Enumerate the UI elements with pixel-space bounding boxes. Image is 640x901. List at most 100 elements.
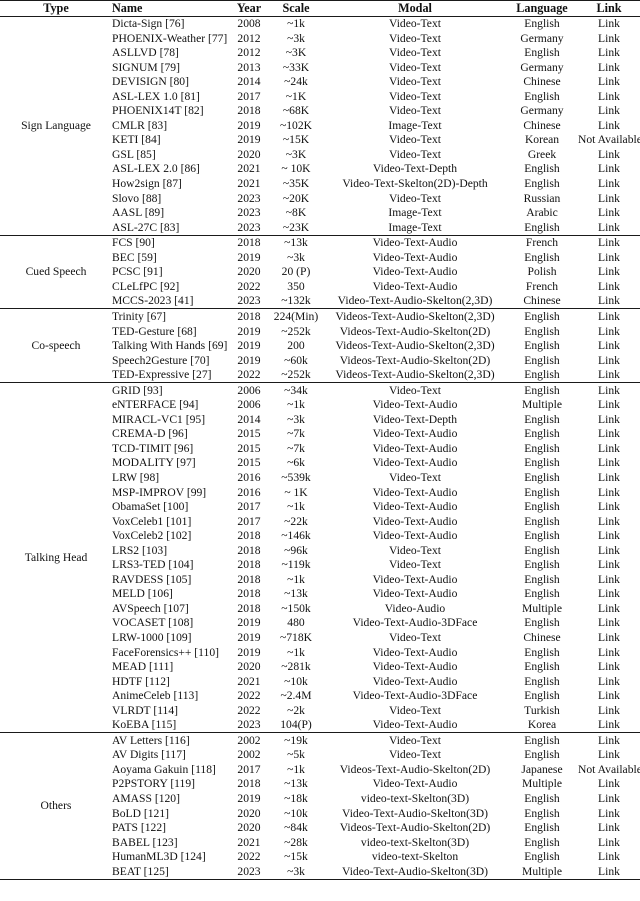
cell-modal: Videos-Text-Audio-Skelton(2,3D) [335, 339, 495, 353]
cell-year: 2006 [237, 398, 261, 412]
cell-year: 2023 [237, 220, 261, 234]
cell-link[interactable]: Link [578, 792, 640, 807]
cell-modal: Video-Text [389, 191, 441, 205]
cell-year: 2017 [237, 514, 261, 528]
cell-scale: 480 [287, 616, 305, 630]
cell-modal: Video-Text [389, 17, 441, 31]
cell-modal: Video-Text-Audio [372, 456, 458, 470]
table-row: Sign Language Dicta-Sign [76] 2008 ~1k Video… [0, 16, 640, 131]
cell-scale: ~3K [285, 147, 307, 161]
cell-language: English [524, 46, 560, 60]
cell-name: CREMA-D [96] [112, 427, 188, 441]
cell-link[interactable]: Link [578, 850, 640, 865]
cell-link[interactable]: Link [578, 89, 640, 104]
cell-link[interactable]: Link [578, 220, 640, 235]
cell-link[interactable]: Not Available [578, 133, 640, 148]
cell-link[interactable]: Link [578, 471, 640, 486]
cell-link[interactable]: Link [578, 427, 640, 442]
cell-link[interactable]: Link [578, 601, 640, 616]
cell-type: Cued Speech [25, 265, 87, 279]
cell-link[interactable]: Link [578, 398, 640, 413]
cell-link[interactable]: Link [578, 806, 640, 821]
cell-name: ObamaSet [100] [112, 500, 189, 514]
cell-link[interactable]: Link [578, 236, 640, 251]
cell-link[interactable]: Link [578, 118, 640, 133]
cell-scale: ~1k [287, 398, 305, 412]
cell-modal: Videos-Text-Audio-Skelton(2,3D) [335, 309, 495, 323]
cell-link[interactable]: Link [578, 631, 640, 646]
cell-link[interactable]: Link [578, 441, 640, 456]
cell-link[interactable]: Link [578, 703, 640, 718]
cell-link[interactable]: Link [578, 31, 640, 46]
cell-link[interactable]: Link [578, 558, 640, 573]
cell-scale: ~13k [284, 236, 308, 250]
cell-link[interactable]: Link [578, 339, 640, 354]
cell-link[interactable]: Link [578, 265, 640, 280]
cell-link[interactable]: Link [578, 60, 640, 75]
cell-link[interactable]: Link [578, 514, 640, 529]
cell-language: English [524, 835, 560, 849]
cell-link[interactable]: Link [578, 616, 640, 631]
cell-link[interactable]: Link [578, 835, 640, 850]
cell-link[interactable]: Link [578, 733, 640, 748]
cell-name: AASL [89] [112, 206, 165, 220]
cell-link[interactable]: Link [578, 191, 640, 206]
table-header: Type Name Year Scale Modal Language Link [0, 0, 640, 17]
cell-link[interactable]: Link [578, 279, 640, 294]
cell-link[interactable]: Link [578, 46, 640, 61]
cell-modal: Videos-Text-Audio-Skelton(2D) [339, 324, 491, 338]
cell-link[interactable]: Link [578, 748, 640, 763]
cell-link[interactable]: Link [578, 500, 640, 515]
cell-language: English [524, 733, 560, 747]
cell-link[interactable]: Link [578, 206, 640, 221]
cell-name: ASLLVD [78] [112, 46, 179, 60]
cell-link[interactable]: Link [578, 368, 640, 383]
cell-modal: Video-Text-Audio [372, 500, 458, 514]
cell-name: AV Letters [116] [112, 733, 190, 747]
cell-modal: Video-Text [389, 558, 441, 572]
cell-link[interactable]: Link [578, 324, 640, 339]
cell-scale: 104(P) [280, 718, 312, 732]
cell-link[interactable]: Link [578, 485, 640, 500]
cell-link[interactable]: Link [578, 777, 640, 792]
cell-link[interactable]: Link [578, 821, 640, 836]
column-header-language: Language [506, 1, 578, 17]
cell-link[interactable]: Link [578, 674, 640, 689]
cell-type: Talking Head [24, 550, 88, 564]
cell-scale: ~1k [287, 762, 305, 776]
cell-link[interactable]: Not Available [578, 762, 640, 777]
cell-link[interactable]: Link [578, 16, 640, 31]
cell-link[interactable]: Link [578, 645, 640, 660]
cell-scale: ~718K [279, 630, 313, 644]
cell-language: English [524, 324, 560, 338]
cell-name: BABEL [123] [112, 835, 178, 849]
cell-link[interactable]: Link [578, 572, 640, 587]
cell-link[interactable]: Link [578, 543, 640, 558]
cell-link[interactable]: Link [578, 353, 640, 368]
cell-link[interactable]: Link [578, 456, 640, 471]
cell-link[interactable]: Link [578, 177, 640, 192]
cell-scale: ~34k [284, 383, 308, 397]
cell-language: English [524, 220, 560, 234]
cell-link[interactable]: Link [578, 383, 640, 398]
cell-link[interactable]: Link [578, 104, 640, 119]
cell-year: 2023 [237, 294, 261, 308]
cell-link[interactable]: Link [578, 718, 640, 733]
cell-link[interactable]: Link [578, 660, 640, 675]
cell-link[interactable]: Link [578, 294, 640, 309]
cell-link[interactable]: Link [578, 309, 640, 324]
cell-link[interactable]: Link [578, 587, 640, 602]
cell-link[interactable]: Link [578, 412, 640, 427]
cell-language: Chinese [523, 75, 561, 89]
cell-link[interactable]: Link [578, 529, 640, 544]
cell-scale: ~539k [281, 470, 311, 484]
cell-link[interactable]: Link [578, 162, 640, 177]
cell-link[interactable]: Link [578, 864, 640, 879]
cell-link[interactable]: Link [578, 250, 640, 265]
cell-scale: ~146k [281, 529, 311, 543]
cell-link[interactable]: Link [578, 147, 640, 162]
column-header-scale: Scale [268, 1, 324, 17]
cell-link[interactable]: Link [578, 75, 640, 90]
cell-link[interactable]: Link [578, 689, 640, 704]
cell-language: Turkish [524, 703, 560, 717]
